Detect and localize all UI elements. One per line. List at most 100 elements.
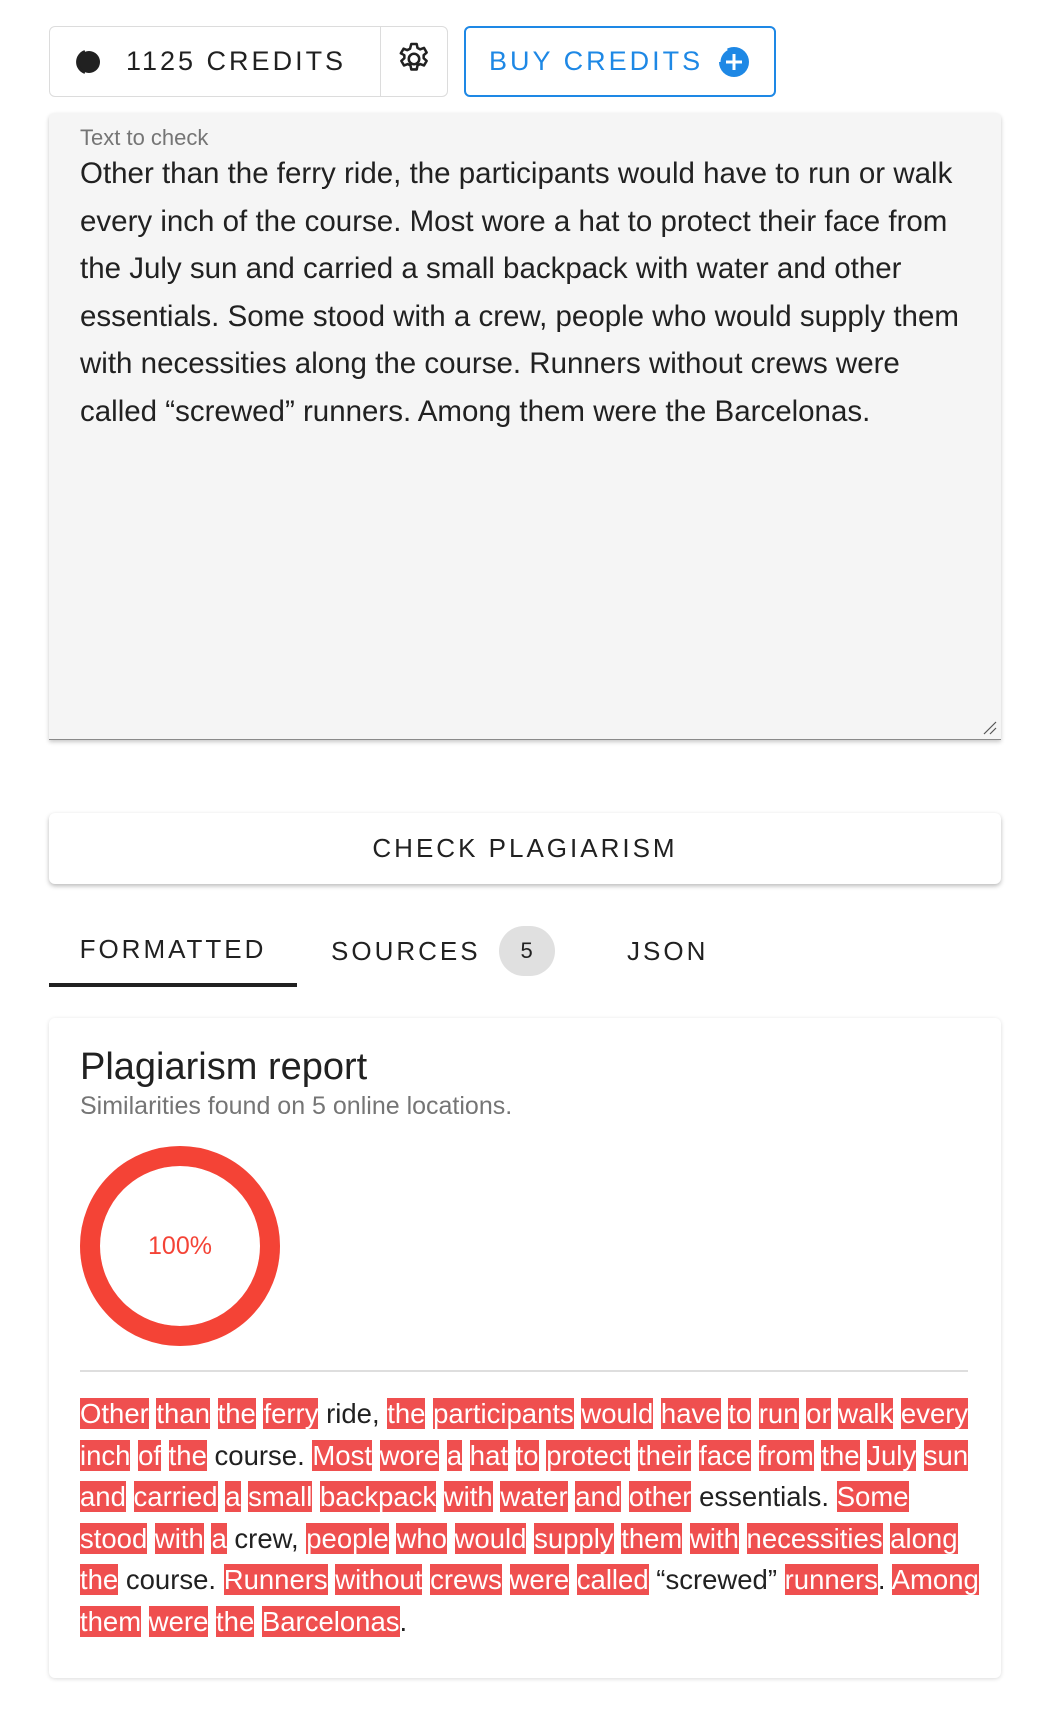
highlighted-match: were <box>509 1564 570 1595</box>
unmatched-text <box>130 1440 138 1471</box>
highlighted-match: with <box>443 1481 493 1512</box>
check-plagiarism-button[interactable]: CHECK PLAGIARISM <box>49 813 1001 884</box>
highlighted-match: every <box>900 1398 969 1429</box>
text-field-value[interactable]: Other than the ferry ride, the participa… <box>80 150 973 435</box>
unmatched-text <box>916 1440 924 1471</box>
highlighted-match: the <box>80 1564 119 1595</box>
report-divider <box>80 1370 968 1372</box>
settings-button[interactable] <box>381 27 447 96</box>
unmatched-text: course. <box>118 1564 224 1595</box>
unmatched-text: essentials. <box>691 1481 837 1512</box>
highlighted-match: Other <box>80 1398 149 1429</box>
unmatched-text <box>569 1564 577 1595</box>
highlighted-match: run <box>758 1398 799 1429</box>
unmatched-text <box>739 1523 747 1554</box>
highlighted-match: Among <box>891 1564 979 1595</box>
highlighted-match: or <box>806 1398 831 1429</box>
gear-icon <box>395 40 433 83</box>
unmatched-text <box>893 1398 901 1429</box>
unmatched-text: ride, <box>318 1398 388 1429</box>
unmatched-text <box>691 1440 699 1471</box>
highlighted-match: Most <box>312 1439 372 1471</box>
highlighted-match: water <box>500 1481 568 1512</box>
highlighted-match: small <box>248 1481 313 1512</box>
sources-count-badge: 5 <box>498 926 555 976</box>
highlighted-match: the <box>168 1439 207 1471</box>
highlighted-match: other <box>628 1481 692 1512</box>
credits-button[interactable]: 1125 CREDITS <box>50 27 382 96</box>
unmatched-text <box>439 1440 447 1471</box>
unmatched-text <box>372 1440 380 1471</box>
highlighted-match: stood <box>80 1522 148 1554</box>
unmatched-text: . <box>399 1605 408 1637</box>
tab-json-label: JSON <box>627 935 709 966</box>
highlighted-match: would <box>581 1398 654 1429</box>
unmatched-text <box>425 1398 433 1429</box>
unmatched-text <box>436 1481 444 1512</box>
highlighted-match: Runners <box>223 1564 328 1595</box>
plagiarism-report-card: Plagiarism report Similarities found on … <box>49 1018 1001 1678</box>
highlighted-match: people <box>306 1522 389 1554</box>
buy-credits-label: BUY CREDITS <box>489 46 704 76</box>
unmatched-text <box>161 1440 169 1471</box>
highlighted-match: carried <box>133 1481 218 1512</box>
text-field-label: Text to check <box>80 125 209 150</box>
highlighted-match: would <box>454 1522 527 1554</box>
highlighted-match: wore <box>379 1439 440 1471</box>
tab-json[interactable]: JSON <box>627 915 708 987</box>
highlighted-match: of <box>138 1439 162 1471</box>
credits-button-group: 1125 CREDITS <box>49 26 449 97</box>
highlighted-match: a <box>446 1439 463 1471</box>
unmatched-text <box>210 1398 218 1429</box>
unmatched-text <box>526 1523 534 1554</box>
highlighted-match: called <box>576 1564 649 1595</box>
unmatched-text <box>799 1398 807 1429</box>
highlighted-match: and <box>575 1481 622 1512</box>
highlighted-match: from <box>758 1439 814 1471</box>
highlighted-match: Some <box>836 1481 909 1512</box>
highlighted-match: face <box>699 1439 752 1471</box>
unmatched-text <box>630 1440 638 1471</box>
resize-handle-icon[interactable] <box>981 719 997 735</box>
unmatched-text <box>751 1440 759 1471</box>
report-subtitle: Similarities found on 5 online locations… <box>80 1092 513 1120</box>
highlighted-match: have <box>660 1398 721 1429</box>
unmatched-text: . <box>877 1564 892 1595</box>
credits-label: 1125 CREDITS <box>126 46 347 76</box>
buy-credits-button[interactable]: BUY CREDITS <box>464 26 777 97</box>
highlighted-match: crews <box>430 1564 502 1595</box>
highlighted-match: without <box>335 1564 423 1595</box>
unmatched-text <box>682 1523 690 1554</box>
text-to-check-field[interactable]: Text to check Other than the ferry ride,… <box>49 113 1001 740</box>
highlighted-match: walk <box>838 1398 894 1429</box>
highlighted-match: with <box>689 1522 739 1554</box>
theme-toggle-icon <box>72 47 102 77</box>
highlighted-match: supply <box>534 1522 614 1554</box>
add-circle-icon <box>717 45 751 79</box>
tab-sources[interactable]: SOURCES 5 <box>331 915 555 987</box>
tab-formatted-label: FORMATTED <box>79 933 267 964</box>
highlighted-match: along <box>890 1522 958 1554</box>
highlighted-match: ferry <box>263 1398 319 1429</box>
tab-formatted[interactable]: FORMATTED <box>49 915 297 987</box>
highlighted-match: than <box>156 1398 210 1429</box>
unmatched-text <box>502 1564 510 1595</box>
unmatched-text <box>312 1481 320 1512</box>
unmatched-text: “screwed” <box>648 1564 785 1595</box>
highlighted-match: backpack <box>319 1481 437 1512</box>
highlighted-match: and <box>80 1481 126 1512</box>
unmatched-text <box>621 1481 629 1512</box>
highlighted-match: with <box>154 1522 204 1554</box>
unmatched-text <box>254 1606 262 1637</box>
unmatched-text <box>462 1440 470 1471</box>
highlighted-match: their <box>637 1439 692 1471</box>
highlighted-match: them <box>80 1605 142 1637</box>
highlighted-match: necessities <box>746 1522 883 1554</box>
unmatched-text <box>208 1606 216 1637</box>
highlighted-match: participants <box>433 1398 574 1429</box>
unmatched-text: crew, <box>226 1522 307 1554</box>
check-plagiarism-label: CHECK PLAGIARISM <box>372 833 678 863</box>
score-label: 100% <box>148 1231 212 1260</box>
tab-sources-label: SOURCES <box>331 935 481 966</box>
unmatched-text <box>422 1564 430 1595</box>
